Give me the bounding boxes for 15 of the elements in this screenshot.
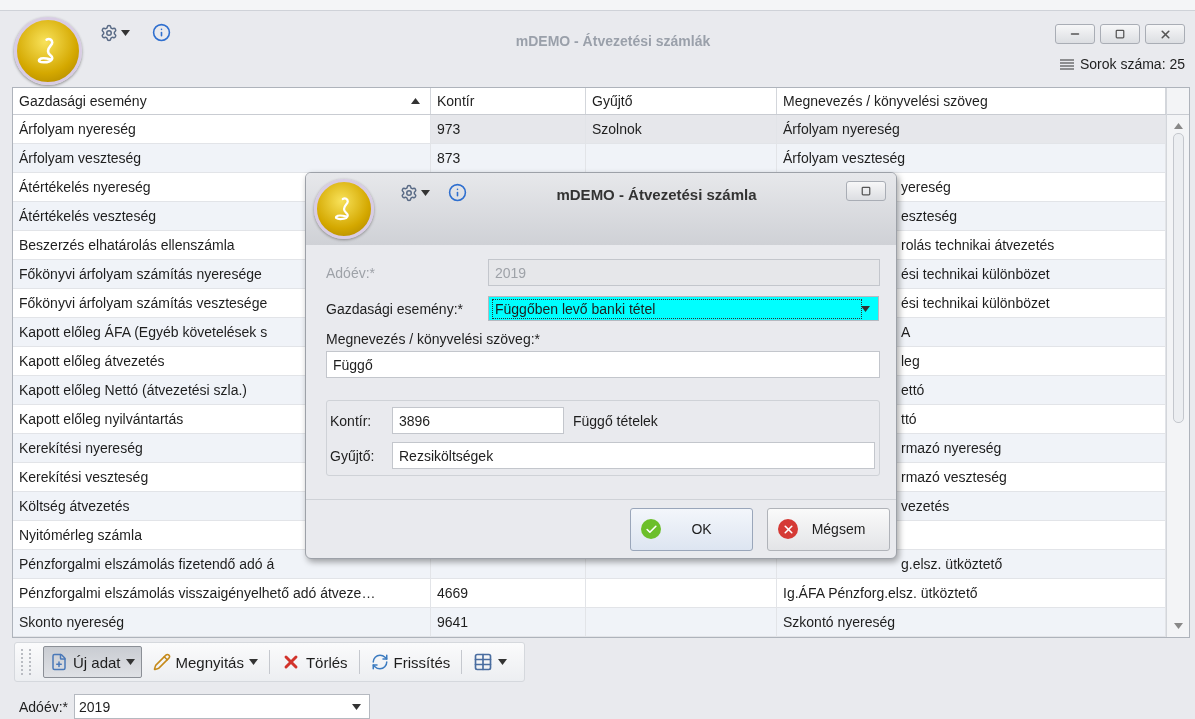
table-cell: 9641 — [431, 608, 586, 636]
table-cell: 973 — [431, 115, 586, 143]
row-count: Sorok száma: 25 — [1079, 56, 1185, 72]
table-cell: Árfolyam nyereség — [13, 115, 431, 143]
table-cell: Pénzforgalmi elszámolás visszaigényelhető adó átveze… — [13, 579, 431, 607]
field-label: Adóév:* — [326, 264, 377, 281]
field-label: Gyűjtő: — [330, 447, 376, 464]
field-label: Kontír: — [330, 412, 373, 429]
dialog-title: mDEMO - Átvezetési számla — [555, 185, 758, 203]
field-label: Adóév:* — [19, 698, 69, 715]
table-cell: 4669 — [431, 579, 586, 607]
account-description: Függő tételek — [572, 412, 659, 429]
window-title: mDEMO - Átvezetési számlák — [514, 32, 712, 49]
table-cell: Szolnok — [586, 115, 777, 143]
table-cell: Skonto nyereség — [13, 608, 431, 636]
